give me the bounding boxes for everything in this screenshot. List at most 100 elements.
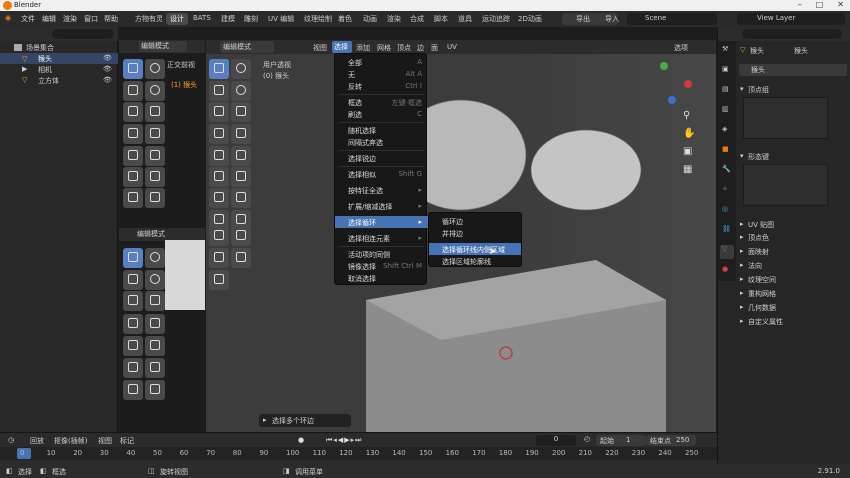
menu-add[interactable]: 添加 bbox=[356, 43, 370, 53]
mode-dropdown[interactable]: 编辑模式 bbox=[139, 41, 187, 52]
tab-workspace-1[interactable]: 设计 bbox=[166, 13, 188, 25]
minimize-icon[interactable]: – bbox=[798, 0, 802, 11]
select-menu-item-checker[interactable]: 间隔式弃选 bbox=[335, 136, 428, 148]
annotate-tool-lower[interactable] bbox=[123, 314, 143, 334]
select-menu-item-side-of-active[interactable]: 活动项的同侧 bbox=[335, 248, 428, 260]
current-frame-field[interactable]: 0 bbox=[536, 435, 576, 446]
submenu-item-edge-rings[interactable]: 并排边 bbox=[429, 227, 521, 239]
close-icon[interactable]: ✕ bbox=[837, 0, 844, 11]
section-geometry-data[interactable]: ▸ 几何数据 bbox=[740, 301, 847, 313]
zoom-icon[interactable]: ⚲ bbox=[683, 110, 690, 121]
select-menu-item-sharp-edges[interactable]: 选择锐边 bbox=[335, 152, 428, 164]
menu-window[interactable]: 窗口 bbox=[84, 14, 98, 24]
main-knife-tool[interactable] bbox=[209, 188, 229, 208]
tab-workspace-2[interactable]: BATS bbox=[189, 13, 215, 25]
main-rip-tool[interactable] bbox=[231, 248, 251, 268]
select-menu-item-mirror[interactable]: 镜像选择 Shift Ctrl M bbox=[335, 260, 428, 272]
start-frame-field[interactable]: 起始 1 bbox=[596, 435, 646, 446]
vertex-groups-list[interactable] bbox=[743, 97, 828, 139]
output-tab-icon[interactable]: ▤ bbox=[722, 85, 729, 93]
tab-workspace-7[interactable]: 着色 bbox=[334, 13, 356, 25]
extrude-tool[interactable] bbox=[123, 146, 143, 166]
tab-workspace-14[interactable]: 2D动画 bbox=[514, 13, 546, 25]
tab-workspace-12[interactable]: 道具 bbox=[454, 13, 476, 25]
record-keyframe-icon[interactable]: ● bbox=[298, 436, 304, 444]
select-menu-item-none[interactable]: 无 Alt A bbox=[335, 68, 428, 80]
timeline-ruler[interactable]: 0 10 20 30 40 50 60 70 80 90 100 110 120 130 140 150 160… bbox=[0, 447, 717, 460]
shape-keys-list[interactable] bbox=[743, 164, 828, 206]
main-bevel-tool[interactable] bbox=[209, 167, 229, 187]
select-menu-item-grow-shrink[interactable]: 扩展/缩减选择 ▸ bbox=[335, 200, 428, 212]
playback-controls-icon[interactable]: ⏮◂◀▶▸⏭ bbox=[326, 436, 362, 445]
menu-render[interactable]: 渲染 bbox=[63, 14, 77, 24]
tab-workspace-3[interactable]: 建模 bbox=[217, 13, 239, 25]
main-annotate-tool[interactable] bbox=[209, 124, 229, 144]
maximize-icon[interactable]: □ bbox=[816, 0, 824, 11]
submenu-item-loop-inner-region[interactable]: 选择循环线内侧区域 bbox=[429, 243, 521, 255]
lower-mode-dropdown[interactable]: 编辑模式 bbox=[137, 229, 165, 239]
main-cursor-tool[interactable] bbox=[231, 59, 251, 79]
gizmo-y-axis-icon[interactable] bbox=[660, 62, 668, 70]
timeline-editor-icon[interactable]: ◷ bbox=[8, 436, 14, 444]
main-add-cube-tool[interactable] bbox=[209, 270, 229, 290]
main-measure-tool[interactable] bbox=[231, 124, 251, 144]
timeline-menu-playback[interactable]: 回放 bbox=[30, 436, 44, 446]
visibility-eye-icon[interactable]: 👁 bbox=[103, 54, 112, 62]
menu-mesh[interactable]: 网格 bbox=[377, 43, 391, 53]
outliner-row-scene-collection[interactable]: 场景集合 bbox=[0, 42, 118, 53]
select-box-tool-lower[interactable] bbox=[123, 248, 143, 268]
section-texture-space[interactable]: ▸ 纹理空间 bbox=[740, 273, 847, 285]
bevel-tool[interactable] bbox=[123, 167, 143, 187]
camera-view-icon[interactable]: ▣ bbox=[683, 146, 692, 157]
end-frame-field[interactable]: 结束点 250 bbox=[646, 435, 696, 446]
main-select-box-tool[interactable] bbox=[209, 59, 229, 79]
scene-tab-icon[interactable]: ◈ bbox=[722, 125, 727, 133]
main-inset-tool[interactable] bbox=[231, 146, 251, 166]
menu-uv[interactable]: UV bbox=[447, 43, 457, 51]
timeline-menu-keying[interactable]: 抠像(插帧) bbox=[54, 436, 87, 446]
tab-workspace-6[interactable]: 纹理绘制 bbox=[300, 13, 336, 25]
loop-cut-tool-lower[interactable] bbox=[145, 358, 165, 378]
scale-tool-lower[interactable] bbox=[123, 291, 143, 311]
object-tab-icon[interactable]: ■ bbox=[722, 145, 729, 153]
main-shear-tool[interactable] bbox=[209, 248, 229, 268]
render-tab-icon[interactable]: ▣ bbox=[722, 65, 729, 73]
view-layer-tab-icon[interactable]: ▥ bbox=[722, 105, 729, 113]
mesh-datablock-field[interactable]: 猴头 bbox=[739, 64, 847, 76]
scene-selector[interactable]: Scene bbox=[627, 13, 717, 25]
section-vertex-groups[interactable]: ▾ 顶点组 bbox=[740, 83, 847, 95]
constraints-tab-icon[interactable]: ⛓ bbox=[722, 225, 731, 233]
physics-tab-icon[interactable]: ◎ bbox=[722, 205, 728, 213]
main-poly-build-tool[interactable] bbox=[231, 188, 251, 208]
measure-tool[interactable] bbox=[145, 124, 165, 144]
timeline-menu-marker[interactable]: 标记 bbox=[120, 436, 134, 446]
select-menu-item-circle[interactable]: 刷选 C bbox=[335, 108, 428, 120]
preview-range-icon[interactable]: ◴ bbox=[584, 435, 590, 443]
view-layer-selector[interactable]: View Layer bbox=[737, 13, 845, 25]
cursor-tool[interactable] bbox=[145, 59, 165, 79]
tool-tab-icon[interactable]: ⚒ bbox=[722, 45, 728, 53]
blender-menu-icon[interactable]: ◉ bbox=[5, 14, 11, 22]
visibility-eye-icon[interactable]: 👁 bbox=[103, 65, 112, 73]
poly-build-tool[interactable] bbox=[145, 188, 165, 208]
main-edge-slide-tool[interactable] bbox=[209, 226, 229, 246]
select-menu-item-box[interactable]: 框选 左键·框选 bbox=[335, 96, 428, 108]
menu-select[interactable]: 选择 bbox=[332, 41, 352, 53]
select-menu-item-all[interactable]: 全部 A bbox=[335, 56, 428, 68]
section-remesh[interactable]: ▸ 重构网格 bbox=[740, 287, 847, 299]
main-scale-tool[interactable] bbox=[209, 102, 229, 122]
import-button[interactable]: 导入 bbox=[605, 14, 619, 24]
select-menu-item-random[interactable]: 随机选择 bbox=[335, 124, 428, 136]
tab-workspace-10[interactable]: 合成 bbox=[406, 13, 428, 25]
menu-file[interactable]: 文件 bbox=[21, 14, 35, 24]
gizmo-x-axis-icon[interactable] bbox=[684, 80, 692, 88]
move-tool[interactable] bbox=[123, 81, 143, 101]
move-tool-lower[interactable] bbox=[123, 270, 143, 290]
select-menu-item-invert[interactable]: 反转 Ctrl I bbox=[335, 80, 428, 92]
menu-help[interactable]: 帮助 bbox=[104, 14, 118, 24]
select-menu-item-loops[interactable]: 选择循环 ▸ bbox=[335, 216, 428, 228]
menu-view[interactable]: 视图 bbox=[313, 43, 327, 53]
material-tab-icon[interactable]: ● bbox=[722, 265, 728, 273]
menu-face[interactable]: 面 bbox=[431, 43, 438, 53]
measure-tool-lower[interactable] bbox=[145, 314, 165, 334]
